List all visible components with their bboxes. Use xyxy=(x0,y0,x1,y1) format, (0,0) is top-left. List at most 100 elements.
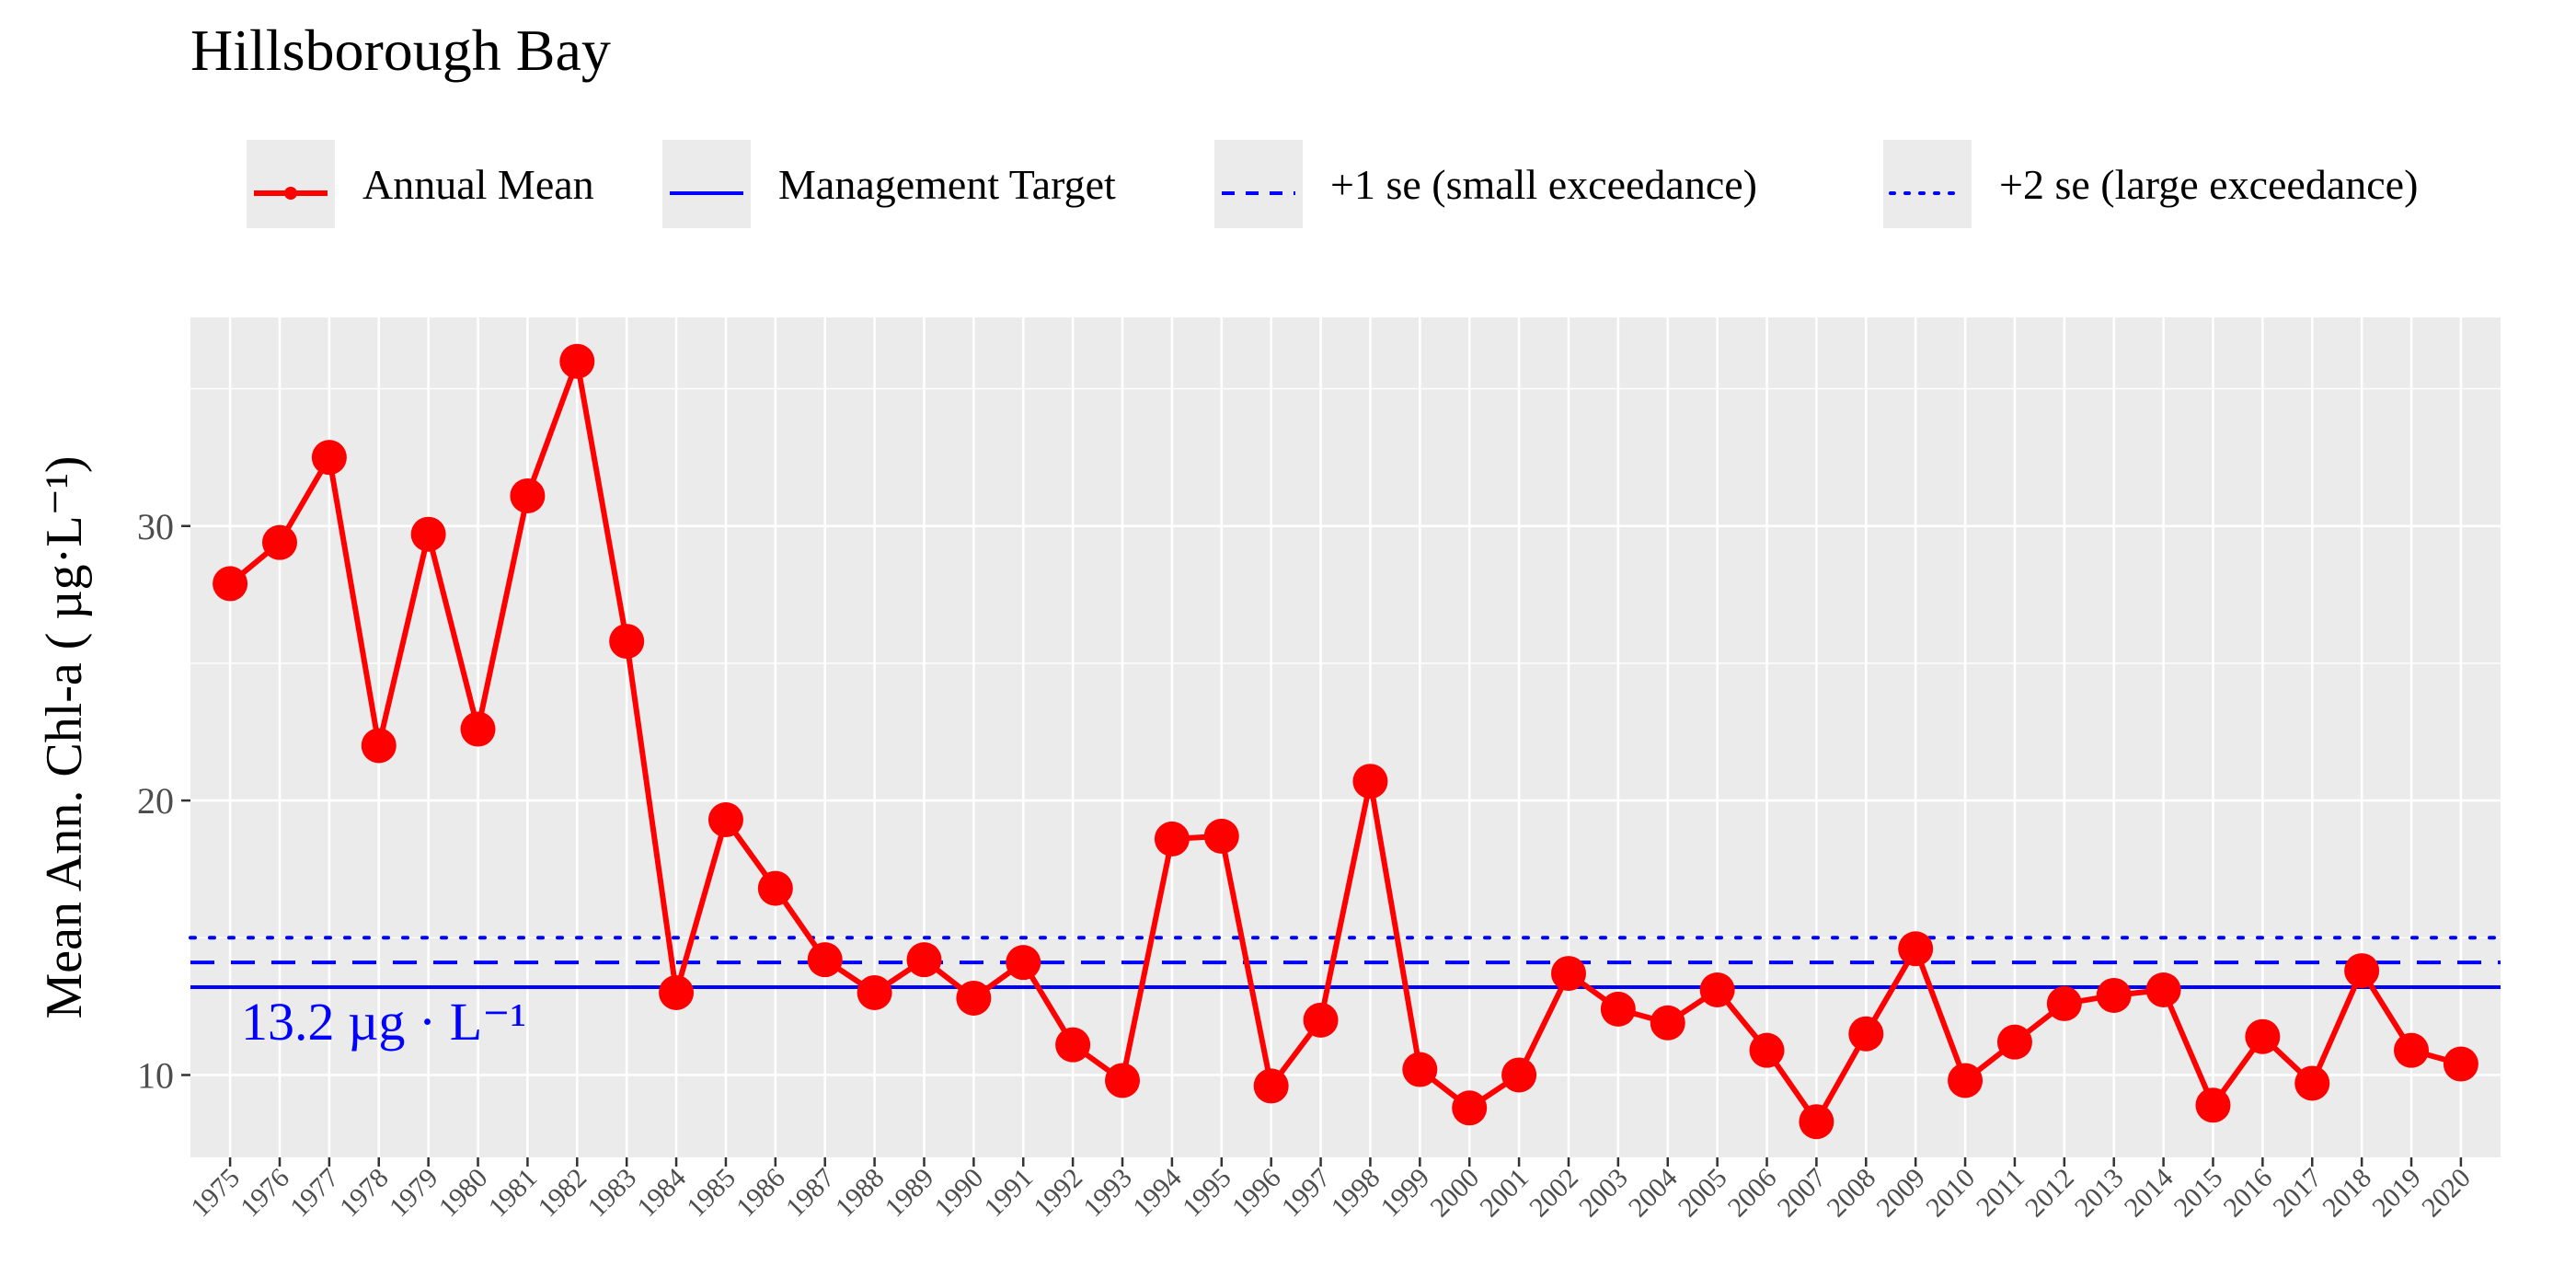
data-point xyxy=(757,870,793,906)
x-tick-label: 2017 xyxy=(2267,1163,2328,1224)
data-point xyxy=(1253,1068,1289,1104)
data-point xyxy=(2145,972,2181,1007)
data-point xyxy=(1452,1090,1488,1126)
x-tick-label: 2012 xyxy=(2019,1163,2080,1224)
data-point xyxy=(1848,1016,1884,1052)
data-point xyxy=(1352,764,1388,799)
x-tick-label: 1999 xyxy=(1375,1163,1436,1224)
data-point xyxy=(213,566,248,602)
data-point xyxy=(1105,1063,1141,1098)
data-point xyxy=(1650,1005,1685,1041)
data-point xyxy=(1501,1057,1537,1093)
data-point xyxy=(1948,1063,1984,1098)
x-tick-label: 1980 xyxy=(433,1163,494,1224)
x-tick-label: 1992 xyxy=(1028,1163,1088,1224)
x-tick-label: 2018 xyxy=(2317,1163,2377,1224)
data-point xyxy=(857,974,892,1010)
x-tick-label: 2002 xyxy=(1524,1163,1584,1224)
data-point xyxy=(609,624,645,660)
data-point xyxy=(1799,1104,1834,1140)
data-point xyxy=(2394,1032,2430,1068)
x-tick-label: 2001 xyxy=(1474,1163,1535,1224)
data-point xyxy=(460,711,496,747)
x-tick-label: 2005 xyxy=(1673,1163,1733,1224)
data-point xyxy=(1154,821,1190,857)
x-tick-label: 2016 xyxy=(2218,1163,2279,1224)
x-tick-label: 1991 xyxy=(978,1163,1039,1224)
data-point xyxy=(1550,956,1586,992)
data-point xyxy=(261,524,297,560)
x-tick-label: 2006 xyxy=(1722,1163,1783,1224)
x-tick-label: 2013 xyxy=(2069,1163,2130,1224)
x-tick-label: 2004 xyxy=(1623,1163,1684,1224)
chart-plot: 102030 197519761977197819791980198119821… xyxy=(36,317,2502,1223)
data-point xyxy=(2195,1087,2231,1123)
x-tick-label: 1975 xyxy=(185,1163,246,1224)
x-tick-label: 2014 xyxy=(2119,1163,2179,1224)
data-point xyxy=(410,516,446,552)
y-tick-label: 20 xyxy=(137,780,174,822)
data-point xyxy=(1402,1052,1438,1087)
x-tick-label: 1990 xyxy=(929,1163,990,1224)
y-tick-label: 10 xyxy=(137,1054,174,1096)
x-tick-label: 2019 xyxy=(2366,1163,2427,1224)
x-tick-label: 1989 xyxy=(880,1163,940,1224)
data-point xyxy=(1303,1002,1339,1038)
data-point xyxy=(1996,1024,2032,1060)
data-point xyxy=(906,942,942,978)
x-tick-label: 1978 xyxy=(334,1163,395,1224)
data-point xyxy=(2046,985,2082,1021)
x-tick-label: 1981 xyxy=(483,1163,544,1224)
data-point xyxy=(311,440,347,476)
data-point xyxy=(1055,1027,1091,1063)
y-axis: 10 20 30 xyxy=(137,506,190,1096)
x-tick-label: 1982 xyxy=(532,1163,592,1224)
data-point xyxy=(956,980,992,1016)
x-tick-label: 1997 xyxy=(1276,1163,1337,1224)
data-point xyxy=(2443,1046,2478,1082)
x-tick-label: 2003 xyxy=(1573,1163,1634,1224)
x-tick-label: 1993 xyxy=(1077,1163,1138,1224)
x-tick-label: 1979 xyxy=(384,1163,444,1224)
x-tick-label: 2010 xyxy=(1920,1163,1981,1224)
x-tick-label: 1983 xyxy=(581,1163,642,1224)
data-point xyxy=(1006,945,1041,981)
data-point xyxy=(2245,1018,2281,1054)
data-point xyxy=(659,974,695,1010)
x-tick-label: 1986 xyxy=(730,1163,791,1224)
x-tick-label: 2011 xyxy=(1971,1163,2030,1223)
x-tick-label: 1987 xyxy=(780,1163,841,1224)
data-point xyxy=(361,728,397,764)
x-tick-label: 2015 xyxy=(2168,1163,2229,1224)
x-tick-label: 1996 xyxy=(1226,1163,1287,1224)
x-tick-label: 2009 xyxy=(1870,1163,1931,1224)
data-point xyxy=(2294,1065,2330,1101)
target-annotation: 13.2 µg · L⁻¹ xyxy=(241,992,526,1052)
x-tick-label: 1977 xyxy=(284,1163,345,1224)
x-tick-label: 1998 xyxy=(1326,1163,1386,1224)
x-tick-label: 2020 xyxy=(2416,1163,2477,1224)
data-point xyxy=(1699,972,1735,1007)
x-tick-label: 1995 xyxy=(1177,1163,1237,1224)
data-point xyxy=(1749,1032,1785,1068)
plot-panel xyxy=(190,317,2501,1157)
x-tick-label: 2007 xyxy=(1772,1163,1833,1224)
data-point xyxy=(707,802,743,838)
data-point xyxy=(1600,991,1636,1027)
data-point xyxy=(510,477,546,513)
y-tick-label: 30 xyxy=(137,506,174,547)
data-point xyxy=(2344,953,2380,989)
data-point xyxy=(2096,977,2132,1013)
data-point xyxy=(1898,931,1934,967)
x-tick-label: 1984 xyxy=(631,1163,692,1224)
x-axis: 1975197619771978197919801981198219831984… xyxy=(185,1157,2477,1223)
x-tick-label: 1988 xyxy=(830,1163,891,1224)
x-tick-label: 2008 xyxy=(1821,1163,1881,1224)
x-tick-label: 1994 xyxy=(1127,1163,1188,1224)
x-tick-label: 1976 xyxy=(235,1163,295,1224)
data-point xyxy=(1203,818,1239,854)
data-point xyxy=(559,343,595,379)
x-tick-label: 2000 xyxy=(1424,1163,1485,1224)
data-point xyxy=(807,942,843,978)
y-axis-label: Mean Ann. Chl-a ( µg·L⁻¹) xyxy=(36,455,93,1018)
